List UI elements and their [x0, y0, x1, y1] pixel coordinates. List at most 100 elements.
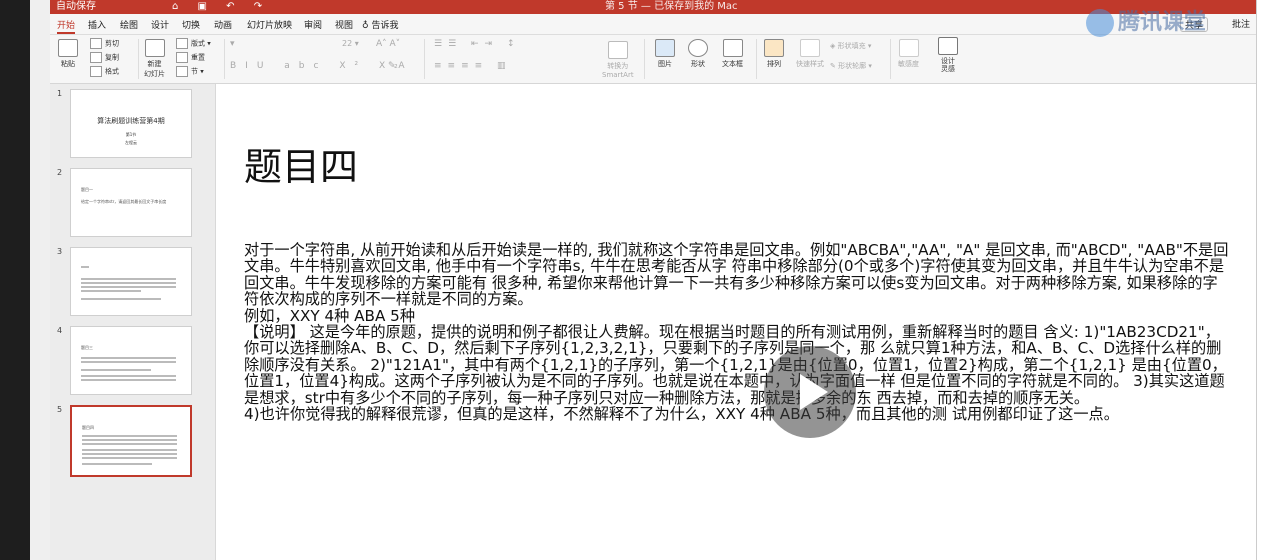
textbox-button[interactable]: 文本框 [722, 39, 743, 69]
section-icon [176, 66, 188, 77]
sensitivity-button[interactable]: 敏感度 [898, 39, 919, 69]
slide-thumbnail-2[interactable]: 题目一 给定一个字符串str，请返回其最长回文子串长度 [70, 168, 192, 237]
list-buttons[interactable]: ☰☰ ⇤⇥ ↕ [434, 39, 520, 49]
sensitivity-label: 敏感度 [898, 60, 919, 68]
divider [424, 39, 425, 79]
font-color-button[interactable]: ✎ A [388, 61, 405, 71]
body-paragraph: 【说明】 这是今年的原题，提供的说明和例子都很让人费解。现在根据当时题目的所有测… [244, 323, 1227, 407]
watermark-text: 腾讯课堂 [1118, 10, 1207, 35]
shape-fill-label: 形状填充 [837, 42, 866, 50]
slide-thumbnail-3[interactable] [70, 247, 192, 316]
picture-icon [655, 39, 675, 57]
quick-styles-button[interactable]: 快速样式 [796, 39, 824, 69]
slide-canvas[interactable]: 题目四 对于一个字符串, 从前开始读和从后开始读是一样的, 我们就称这个字符串是… [216, 84, 1256, 560]
tell-me-label: 告诉我 [371, 21, 399, 31]
format-painter-button[interactable]: 格式 [90, 66, 119, 77]
reset-button[interactable]: 重置 [176, 52, 205, 63]
tell-me[interactable]: ♁ 告诉我 [362, 18, 398, 31]
new-slide-label: 新建 幻灯片 [144, 60, 165, 78]
thumbnail-line [81, 286, 176, 288]
slide-body-textbox[interactable]: 对于一个字符串, 从前开始读和从后开始读是一样的, 我们就称这个字符串是回文串。… [244, 241, 1229, 424]
new-slide-icon [144, 39, 165, 57]
quick-access-icons[interactable]: ⌂ ▣ ↶ ↷ [172, 0, 270, 14]
layout-button[interactable]: 版式 ▾ [176, 38, 211, 49]
powerpoint-window: 自动保存 ⌂ ▣ ↶ ↷ 第 5 节 — 已保存到我的 Mac 开始 插入 绘图… [50, 0, 1256, 560]
thumbnail-number: 4 [57, 326, 63, 335]
desktop-right-strip [1256, 0, 1284, 560]
tab-insert[interactable]: 插入 [88, 18, 106, 31]
slide-thumbnail-4[interactable]: 题目三 [70, 326, 192, 395]
thumbnail-line [81, 278, 176, 280]
font-style-buttons[interactable]: BIU abc X² X₂ [230, 61, 407, 71]
arrange-button[interactable]: 排列 [764, 39, 784, 69]
body-paragraph: 4)也许你觉得我的解释很荒谬，但真的是这样，不然解释不了为什么，XXY 4种 A… [244, 405, 1119, 424]
slide-thumbnail-1[interactable]: 算法刷题训练营第4期 第1节 左程云 [70, 89, 192, 158]
shape-outline-button[interactable]: ✎ 形状轮廓 ▾ [830, 61, 872, 71]
thumbnail-line [81, 298, 161, 300]
copy-label: 复制 [105, 53, 119, 62]
thumbnail-line [82, 463, 152, 465]
paste-button[interactable]: 粘贴 [58, 39, 78, 69]
lightbulb-icon: ♁ [362, 21, 369, 31]
font-name-dropdown[interactable]: ▾ [230, 39, 235, 49]
comments-button[interactable]: 批注 [1232, 17, 1250, 30]
thumbnail-line [82, 449, 177, 451]
font-size-dropdown[interactable]: 22 ▾ [342, 39, 359, 48]
thumbnail-number: 2 [57, 168, 63, 177]
designer-icon [938, 37, 958, 55]
tab-design[interactable]: 设计 [151, 18, 169, 31]
slide-thumbnail-5-selected[interactable]: 题目四 [70, 405, 192, 477]
divider [890, 39, 891, 79]
thumbnail-title: 题目三 [81, 345, 93, 350]
thumbnail-line [81, 266, 89, 268]
thumbnail-author: 左程云 [125, 140, 137, 145]
reset-icon [176, 52, 188, 63]
textbox-label: 文本框 [722, 60, 743, 68]
convert-label: 转换为 SmartArt [602, 62, 634, 79]
thumbnail-line [82, 453, 177, 455]
tab-transitions[interactable]: 切换 [182, 18, 200, 31]
copy-button[interactable]: 复制 [90, 52, 119, 63]
tab-review[interactable]: 审阅 [304, 18, 322, 31]
shape-fill-button[interactable]: ◈ 形状填充 ▾ [830, 41, 871, 51]
thumbnail-number: 1 [57, 89, 63, 98]
thumbnail-line [81, 379, 176, 381]
tab-draw[interactable]: 绘图 [120, 18, 138, 31]
section-label: 节 [191, 67, 198, 76]
picture-button[interactable]: 图片 [655, 39, 675, 69]
thumbnail-subtitle: 第1节 [125, 132, 137, 137]
slide-title[interactable]: 题目四 [244, 136, 358, 191]
autosave-label[interactable]: 自动保存 [56, 0, 96, 14]
thumbnail-line [82, 457, 177, 459]
divider [756, 39, 757, 79]
video-play-button[interactable] [764, 346, 856, 438]
shape-icon [688, 39, 708, 57]
tab-slideshow[interactable]: 幻灯片放映 [247, 18, 292, 31]
brush-icon [90, 66, 102, 77]
layout-label: 版式 [191, 39, 205, 48]
shape-outline-label: 形状轮廓 [838, 62, 867, 70]
tab-animations[interactable]: 动画 [214, 18, 232, 31]
body-paragraph: 对于一个字符串, 从前开始读和从后开始读是一样的, 我们就称这个字符串是回文串。… [244, 241, 1229, 309]
thumbnail-number: 3 [57, 247, 63, 256]
cut-label: 剪切 [105, 39, 119, 48]
thumbnail-line [81, 369, 151, 371]
thumbnail-number: 5 [57, 405, 63, 414]
body-paragraph: 例如，XXY 4种 ABA 5种 [244, 306, 416, 325]
layout-icon [176, 38, 188, 49]
cut-button[interactable]: 剪切 [90, 38, 119, 49]
pen-icon: ✎ [830, 62, 836, 70]
tab-view[interactable]: 视图 [335, 18, 353, 31]
tab-home[interactable]: 开始 [57, 18, 76, 34]
clipboard-icon [58, 39, 78, 57]
new-slide-button[interactable]: 新建 幻灯片 [144, 39, 165, 79]
arrange-label: 排列 [767, 60, 781, 68]
font-grow-shrink[interactable]: A˄ A˅ [376, 39, 400, 49]
align-buttons[interactable]: ≡≡≡≡ ▥ [434, 61, 512, 71]
convert-smartart-button[interactable]: 转换为 SmartArt [602, 41, 634, 79]
picture-label: 图片 [658, 60, 672, 68]
shape-button[interactable]: 形状 [688, 39, 708, 69]
section-button[interactable]: 节 ▾ [176, 66, 204, 77]
thumbnail-line [81, 290, 141, 292]
designer-button[interactable]: 设计 灵感 [938, 37, 958, 73]
